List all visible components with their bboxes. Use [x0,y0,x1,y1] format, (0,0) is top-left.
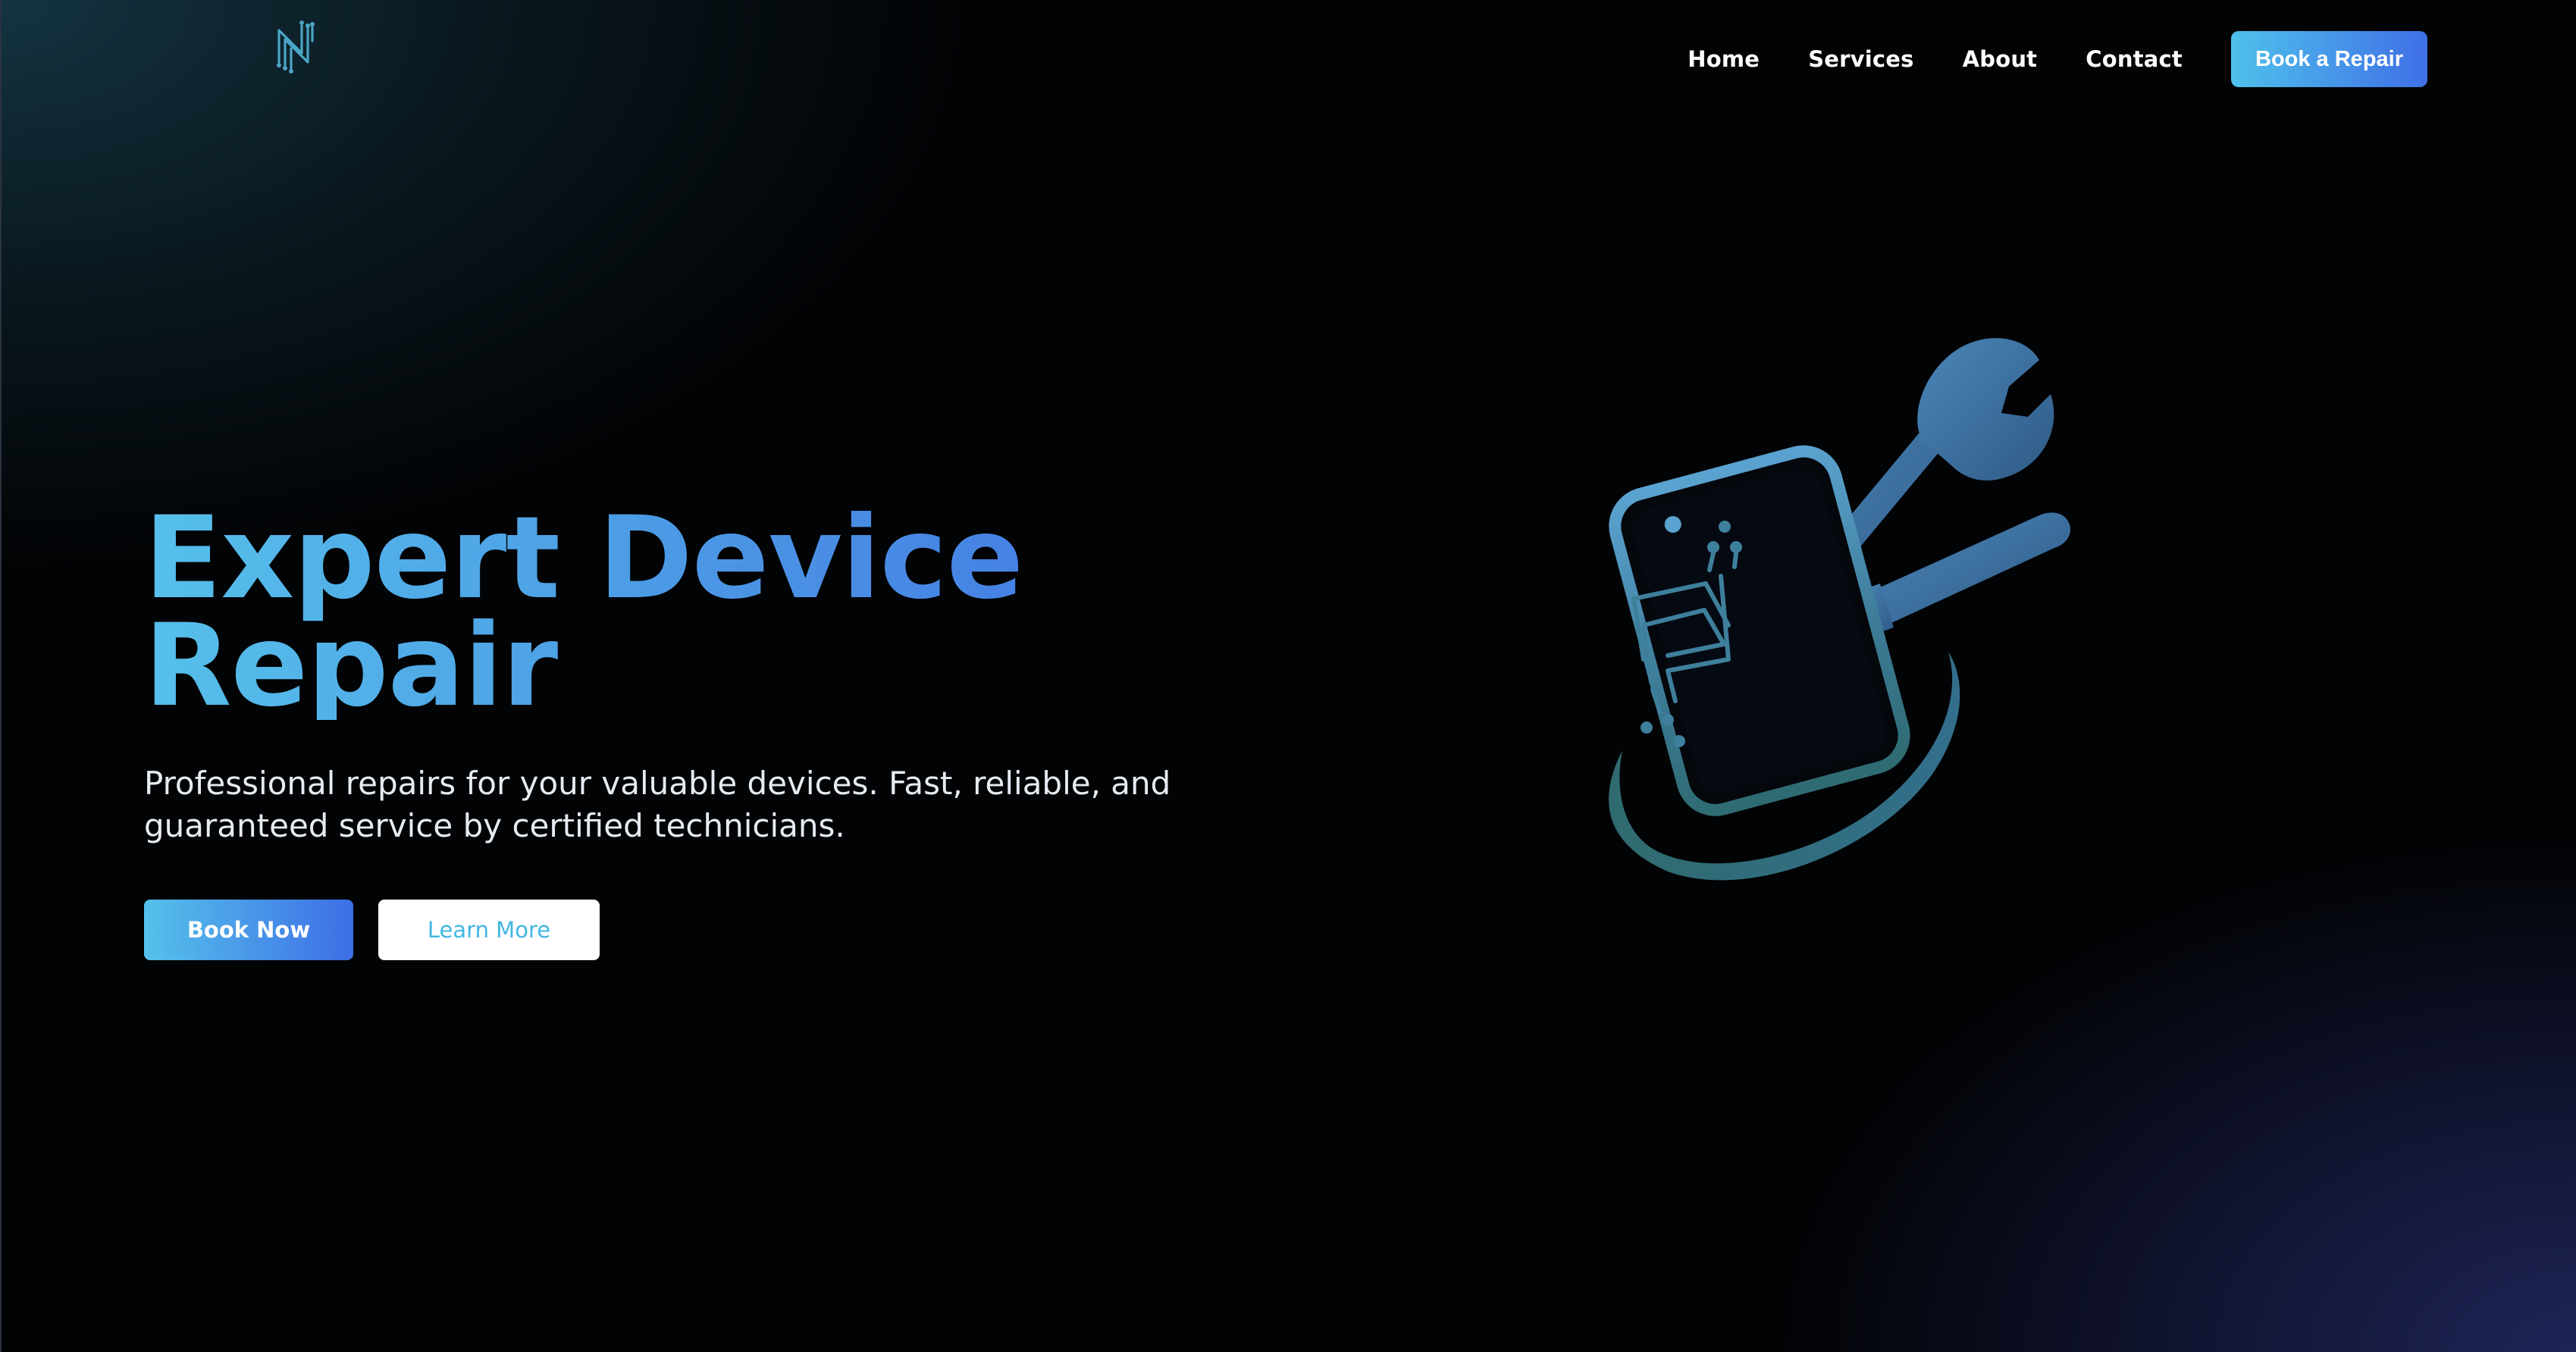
hero-subtitle-line2: guaranteed service by certified technici… [144,807,845,844]
hero-subtitle: Professional repairs for your valuable d… [144,762,1175,847]
nav-contact-link[interactable]: Contact [2086,46,2183,72]
learn-more-button[interactable]: Learn More [378,900,600,960]
phone-repair-tools-icon [1554,326,2130,902]
hero-title: Expert Device Repair [144,505,1205,720]
circuit-n-logo-icon[interactable] [271,18,318,76]
hero-title-line2: Repair [144,600,558,732]
book-a-repair-button[interactable]: Book a Repair [2231,31,2427,87]
nav-about-link[interactable]: About [1963,46,2038,72]
nav-home-link[interactable]: Home [1688,46,1760,72]
main-nav: Home Services About Contact Book a Repai… [1688,30,2427,88]
nav-services-link[interactable]: Services [1808,46,1913,72]
book-now-button[interactable]: Book Now [144,900,353,960]
hero-buttons: Book Now Learn More [144,900,600,960]
hero-subtitle-line1: Professional repairs for your valuable d… [144,765,1171,802]
